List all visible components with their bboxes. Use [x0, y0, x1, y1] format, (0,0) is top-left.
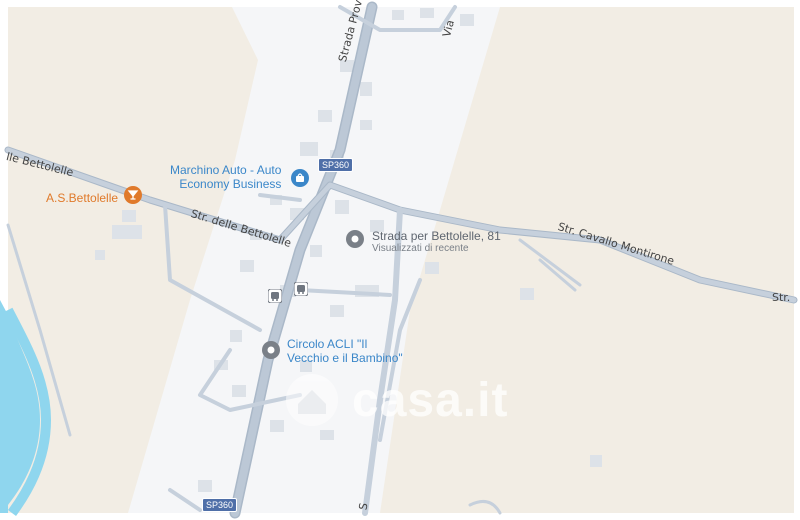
poi-recent-address[interactable]: Strada per Bettolelle, 81 [372, 229, 501, 243]
place-pin-icon[interactable] [345, 229, 365, 251]
shopping-bag-icon[interactable] [290, 168, 310, 190]
poi-recent-subtitle: Visualizzati di recente [372, 243, 469, 254]
bus-stop-icon[interactable] [268, 289, 282, 303]
road-label-right: Str. [772, 291, 791, 304]
poi-marchino-line1: Marchino Auto - Auto [170, 163, 282, 177]
place-pin-icon[interactable] [261, 340, 281, 362]
poi-circolo-line2: Vecchio e il Bambino" [287, 351, 403, 365]
poi-circolo-acli[interactable]: Circolo ACLI "Il Vecchio e il Bambino" [287, 337, 403, 365]
poi-marchino-auto[interactable]: Marchino Auto - Auto Economy Business [170, 163, 281, 191]
bus-stop-icon[interactable] [294, 282, 308, 296]
map-canvas[interactable] [0, 0, 800, 520]
route-shield-top: SP360 [318, 158, 354, 172]
poi-as-bettolelle[interactable]: A.S.Bettolelle [46, 191, 118, 205]
route-shield-bottom: SP360 [202, 498, 238, 512]
watermark-text: casa.it [352, 374, 509, 427]
bar-icon[interactable] [123, 185, 143, 207]
poi-circolo-line1: Circolo ACLI "Il [287, 337, 368, 351]
map-viewport[interactable]: casa.it Strada Provinciale Via lle Betto… [0, 0, 800, 520]
watermark-logo [286, 374, 338, 426]
poi-marchino-line2: Economy Business [179, 177, 282, 191]
